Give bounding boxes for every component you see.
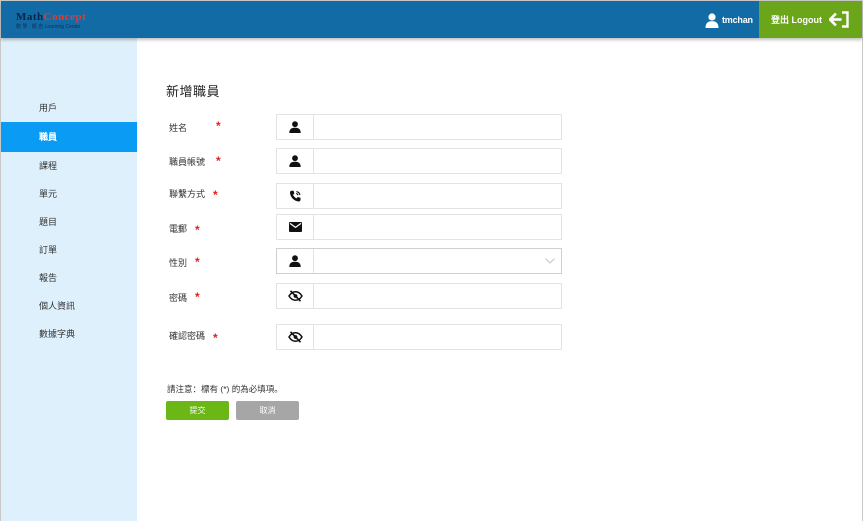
form-row-staff-account: 職員帳號 *: [137, 148, 862, 174]
eye-slash-icon: [287, 331, 303, 343]
contact-field: [276, 183, 562, 209]
required-mark: *: [195, 290, 200, 304]
field-label-name: 姓名: [169, 123, 188, 133]
sidebar-item-reports[interactable]: 報告: [1, 264, 137, 292]
required-mark: *: [216, 119, 221, 133]
field-label-staff-account: 職員帳號: [169, 157, 206, 167]
user-icon: [705, 12, 719, 28]
logo-wordmark: MathConcept: [16, 12, 126, 23]
phone-icon: [289, 190, 300, 202]
field-icon-cell: [277, 215, 314, 239]
form-row-name: 姓名 *: [137, 114, 862, 140]
form-row-contact: 聯繫方式 *: [137, 183, 862, 209]
math-concept-logo[interactable]: MathConcept 數 學 · 概 念 Learning Center: [16, 12, 126, 32]
staff-account-field: [276, 148, 562, 174]
user-icon: [289, 155, 301, 167]
email-input[interactable]: [314, 215, 561, 239]
sidebar-item-data-dictionary[interactable]: 數據字典: [1, 320, 137, 348]
sidebar-item-profile[interactable]: 個人資訊: [1, 292, 137, 320]
sidebar-item-users[interactable]: 用戶: [1, 94, 137, 122]
logout-label: 登出 Logout: [771, 15, 822, 25]
password-field: [276, 283, 562, 309]
form-row-confirm-password: 確認密碼 *: [137, 324, 862, 350]
sidebar-item-staff[interactable]: 職員: [1, 122, 137, 152]
username: tmchan: [722, 15, 753, 25]
chevron-down-icon: [545, 258, 555, 264]
required-fields-note: 請注意：標有 (*) 的為必填項。: [167, 384, 283, 394]
password-input[interactable]: [314, 284, 561, 308]
field-label-contact: 聯繫方式: [169, 189, 206, 199]
gender-select[interactable]: [276, 248, 562, 274]
mail-icon: [288, 222, 302, 232]
logo-word-math: Math: [16, 11, 44, 23]
sidebar-menu: 用戶 職員 課程 單元 題目 訂單 報告 個人資訊 數據字典: [1, 94, 137, 348]
user-icon: [289, 121, 301, 133]
page-title: 新增職員: [166, 84, 221, 99]
confirm-password-visibility-toggle[interactable]: [277, 325, 314, 349]
sidebar: 用戶 職員 課程 單元 題目 訂單 報告 個人資訊 數據字典: [1, 38, 137, 521]
form-row-password: 密碼 *: [137, 283, 862, 309]
field-label-gender: 性別: [169, 258, 188, 268]
email-field: [276, 214, 562, 240]
sidebar-item-orders[interactable]: 訂單: [1, 236, 137, 264]
form-row-email: 電郵 *: [137, 214, 862, 240]
field-label-confirm-password: 確認密碼: [169, 331, 206, 341]
staff-account-input[interactable]: [314, 149, 561, 173]
logout-button[interactable]: 登出 Logout: [759, 1, 862, 38]
required-mark: *: [195, 223, 200, 237]
field-icon-cell: [277, 249, 314, 273]
required-mark: *: [216, 154, 221, 168]
field-label-password: 密碼: [169, 293, 188, 303]
name-field: [276, 114, 562, 140]
required-mark: *: [213, 188, 218, 202]
password-visibility-toggle[interactable]: [277, 284, 314, 308]
field-icon-cell: [277, 184, 314, 208]
name-input[interactable]: [314, 115, 561, 139]
logout-arrow-icon: [829, 11, 849, 28]
gender-select-value: [314, 249, 561, 273]
top-header: MathConcept 數 學 · 概 念 Learning Center tm…: [1, 1, 862, 38]
logo-subtitle: 數 學 · 概 念 Learning Center: [16, 24, 81, 30]
user-icon: [289, 255, 301, 267]
sidebar-item-questions[interactable]: 題目: [1, 208, 137, 236]
required-mark: *: [213, 331, 218, 345]
contact-input[interactable]: [314, 184, 561, 208]
sidebar-item-courses[interactable]: 課程: [1, 152, 137, 180]
eye-slash-icon: [287, 290, 303, 302]
logo-word-concept: Concept: [43, 11, 87, 23]
field-icon-cell: [277, 149, 314, 173]
form-row-gender: 性別 *: [137, 248, 862, 274]
field-label-email: 電郵: [169, 224, 188, 234]
current-user[interactable]: tmchan: [705, 12, 753, 28]
submit-button[interactable]: 提交: [166, 401, 229, 420]
required-mark: *: [195, 255, 200, 269]
field-icon-cell: [277, 115, 314, 139]
main-content: 新增職員 姓名 * 職員帳號 * 聯繫方式 * 電郵 * 性別 * 密碼 * 確…: [137, 38, 862, 521]
confirm-password-field: [276, 324, 562, 350]
cancel-button[interactable]: 取消: [236, 401, 299, 420]
confirm-password-input[interactable]: [314, 325, 561, 349]
sidebar-item-units[interactable]: 單元: [1, 180, 137, 208]
